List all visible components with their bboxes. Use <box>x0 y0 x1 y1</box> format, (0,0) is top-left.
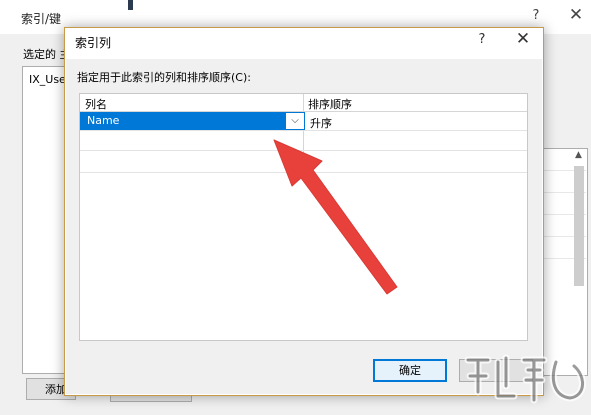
watermark-logo-icon <box>464 354 586 404</box>
arrow-shape <box>273 139 398 295</box>
